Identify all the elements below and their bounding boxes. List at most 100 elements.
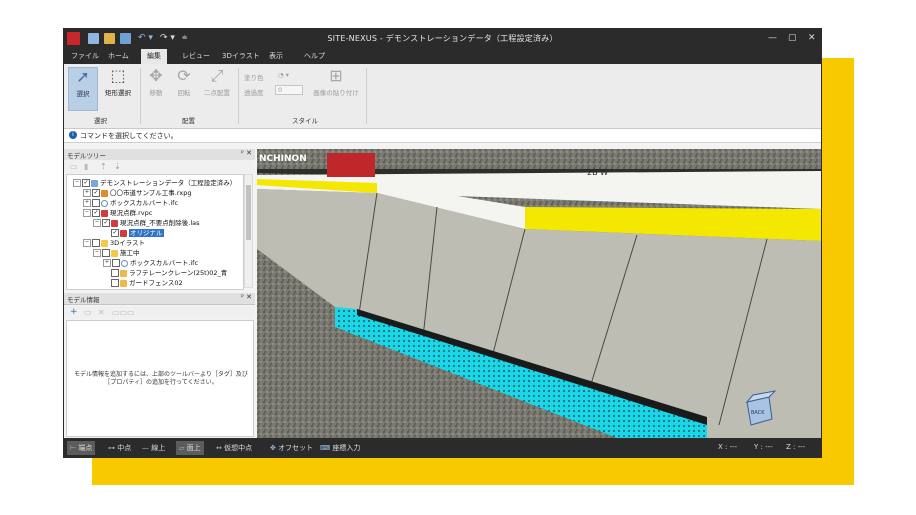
tree-node[interactable]: − ✓ デモンストレーションデータ（工程設定済み）: [73, 177, 236, 187]
checkbox-icon[interactable]: [111, 269, 119, 277]
add-icon[interactable]: +: [70, 307, 78, 317]
model-object-icon: [120, 279, 127, 287]
delete-icon[interactable]: ▮: [84, 162, 88, 171]
road-model-icon: [101, 189, 108, 197]
transparency-spinner[interactable]: 0: [275, 85, 303, 95]
tag-icon[interactable]: ▭▭▭: [112, 308, 135, 317]
virtual-midpoint-icon: ↔: [216, 444, 222, 452]
command-bar: i コマンドを選択してください。: [64, 129, 821, 143]
point-cloud-icon: [101, 209, 108, 217]
fill-color-dropdown[interactable]: ◔ ▾: [278, 71, 289, 79]
tree-node[interactable]: − 施工中: [93, 247, 140, 257]
rotate-button[interactable]: ⟳ 回転: [172, 67, 196, 111]
checkbox-icon[interactable]: [92, 239, 100, 247]
coordinate-input[interactable]: ⌨ 座標入力: [320, 443, 360, 453]
snap-on-line[interactable]: — 線上: [142, 443, 165, 453]
window-title: SITE-NEXUS - デモンストレーションデータ（工程設定済み）: [327, 34, 558, 43]
tab-help[interactable]: ヘルプ: [304, 51, 325, 61]
model-tree-toolbar: ▭ ▮ ⇡ ⇣: [64, 160, 255, 173]
tab-file[interactable]: ファイル: [71, 51, 99, 61]
point-cloud-icon: [111, 219, 118, 227]
tab-review[interactable]: レビュー: [182, 51, 210, 61]
folder-icon: [111, 249, 118, 257]
checkbox-icon[interactable]: [111, 279, 119, 287]
model-tree: − ✓ デモンストレーションデータ（工程設定済み） + ✓ 〇〇市道サンプル工事.rxp…: [66, 174, 244, 290]
model-tree-title: モデルツリー: [67, 152, 106, 160]
tab-view[interactable]: 表示: [269, 51, 283, 61]
group-label-place: 配置: [182, 117, 195, 125]
tree-scrollbar[interactable]: [244, 174, 253, 288]
ifc-icon: [101, 199, 108, 207]
tree-node[interactable]: −3Dイラスト: [83, 237, 145, 247]
move-icon: ✥: [149, 66, 163, 85]
checkbox-icon[interactable]: ✓: [82, 179, 90, 187]
model-info-message: モデル情報を追加するには、上部のツールバーより［タグ］及び ［プロパティ］の追加…: [74, 371, 248, 386]
delete-icon[interactable]: ✕: [98, 308, 105, 317]
tab-3d-illust[interactable]: 3Dイラスト: [222, 51, 260, 61]
3d-viewport[interactable]: NCHINON 2B W BACK: [257, 149, 821, 438]
tree-node[interactable]: + ボックスカルバート.ifc: [103, 257, 198, 267]
move-up-icon[interactable]: ⇡: [100, 162, 107, 171]
offset-icon: ✥: [270, 444, 276, 452]
tree-node-selected[interactable]: ✓ オリジナル: [111, 227, 164, 237]
point-cloud-icon: [120, 229, 127, 237]
command-message: コマンドを選択してください。: [80, 132, 178, 140]
title-bar: ↶ ▾ ↷ ▾ ⩧ SITE-NEXUS - デモンストレーションデータ（工程設…: [64, 29, 821, 49]
move-down-icon[interactable]: ⇣: [114, 162, 121, 171]
tree-node[interactable]: − ✓ 現況点群_不要点削除後.las: [93, 217, 200, 227]
remove-icon[interactable]: ▭: [84, 308, 92, 317]
model-info-title-bar: モデル情報 ᵖ ✕: [64, 293, 255, 305]
tree-node[interactable]: − ✓ 現況点群.rvpc: [83, 207, 152, 217]
snap-endpoint[interactable]: ⊢ 端点: [67, 441, 96, 455]
tree-node[interactable]: ラフテレーンクレーン(25t)02_青: [111, 267, 227, 277]
group-label-select: 選択: [94, 117, 107, 125]
tree-node[interactable]: + ✓ 〇〇市道サンプル工事.rxpg: [83, 187, 191, 197]
cursor-icon: ➚: [76, 67, 90, 86]
coord-x: X : ---: [718, 443, 738, 451]
rect-select-button[interactable]: ⬚ 矩形選択: [100, 67, 136, 111]
checkbox-icon[interactable]: [112, 259, 120, 267]
menu-bar: ファイル ホーム 編集 レビュー 3Dイラスト 表示 ヘルプ: [64, 49, 821, 64]
scrollbar-thumb[interactable]: [246, 185, 251, 240]
checkbox-icon[interactable]: [92, 199, 100, 207]
coord-y: Y : ---: [754, 443, 773, 451]
maximize-icon[interactable]: ▢: [788, 33, 797, 43]
checkbox-icon[interactable]: [102, 249, 110, 257]
panel-pin-close-icon[interactable]: ᵖ ✕: [241, 149, 252, 157]
tree-node[interactable]: ガードフェンス02: [111, 277, 183, 287]
status-bar: ⊢ 端点 ⊶ 中点 — 線上 ▱ 面上 ↔ 仮想中点 ✥ オフセット ⌨ 座標入…: [64, 438, 821, 457]
sign-text: NCHINON: [259, 154, 307, 164]
tab-edit[interactable]: 編集: [141, 49, 167, 64]
checkbox-icon[interactable]: ✓: [92, 189, 100, 197]
paste-image-button[interactable]: ⊞ 画像の貼り付け: [310, 67, 362, 111]
checkbox-icon[interactable]: ✓: [111, 229, 119, 237]
tree-node[interactable]: + ボックスカルバート.ifc: [83, 197, 178, 207]
checkbox-icon[interactable]: ✓: [102, 219, 110, 227]
ribbon: ➚ 選択 ⬚ 矩形選択 選択 ✥ 移動 ⟳ 回転 ⤢ 二点配置 配置 塗り色 ◔…: [64, 64, 821, 129]
minimize-icon[interactable]: —: [768, 33, 777, 43]
transparency-label: 透過度: [244, 89, 264, 97]
snap-virtual-midpoint[interactable]: ↔ 仮想中点: [216, 443, 252, 453]
select-button[interactable]: ➚ 選択: [68, 67, 98, 111]
ribbon-separator: [238, 68, 239, 124]
folder-add-icon[interactable]: ▭: [70, 162, 78, 171]
checkbox-icon[interactable]: ✓: [92, 209, 100, 217]
move-button[interactable]: ✥ 移動: [144, 67, 168, 111]
ribbon-separator: [366, 68, 367, 124]
close-icon[interactable]: ✕: [808, 33, 816, 43]
snap-on-face[interactable]: ▱ 面上: [176, 441, 204, 455]
point-cloud-scene: NCHINON 2B W BACK: [257, 149, 821, 438]
fill-color-label: 塗り色: [244, 74, 264, 82]
panel-pin-close-icon[interactable]: ᵖ ✕: [241, 293, 252, 301]
ribbon-separator: [140, 68, 141, 124]
app-window: ↶ ▾ ↷ ▾ ⩧ SITE-NEXUS - デモンストレーションデータ（工程設…: [63, 28, 822, 458]
two-point-icon: ⤢: [210, 66, 224, 85]
snap-offset[interactable]: ✥ オフセット: [270, 443, 313, 453]
coord-z: Z : ---: [786, 443, 806, 451]
two-point-place-button[interactable]: ⤢ 二点配置: [200, 67, 234, 111]
rotate-icon: ⟳: [177, 66, 191, 85]
endpoint-icon: ⊢: [70, 444, 77, 452]
model-info-box: モデル情報を追加するには、上部のツールバーより［タグ］及び ［プロパティ］の追加…: [66, 320, 254, 437]
tab-home[interactable]: ホーム: [108, 51, 129, 61]
snap-midpoint[interactable]: ⊶ 中点: [108, 443, 131, 453]
